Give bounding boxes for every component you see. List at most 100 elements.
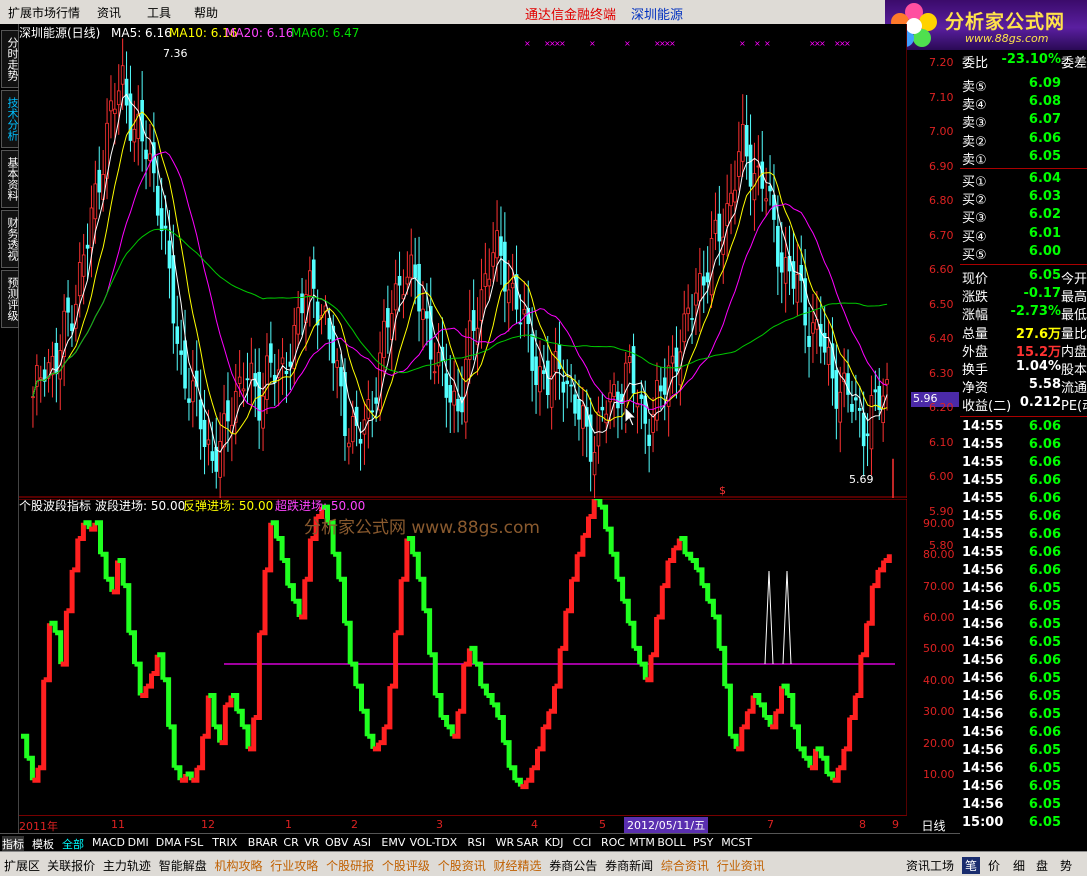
indicator-tab[interactable]: 全部 [62, 836, 84, 852]
tick-time: 14:56 [962, 581, 1004, 596]
candle [713, 219, 718, 234]
tick-time: 14:55 [962, 455, 1004, 470]
panel-switch-tab[interactable]: 细 [1013, 857, 1025, 874]
bottom-tab[interactable]: 行业攻略 [270, 857, 318, 874]
indicator-tab[interactable]: 指标 [2, 836, 24, 852]
panel-switch-tab[interactable]: 笔 [962, 857, 981, 874]
tab-finance[interactable]: 财务透视 [1, 210, 19, 268]
indicator-tab-bar: 指标 模板 全部 MACD DMI DMA FSL TRIX BRAR CR VR OBV ASI EMV… [0, 833, 960, 852]
indicator-tab[interactable]: ASI [353, 836, 371, 849]
period-selector[interactable]: 日线 [907, 815, 960, 833]
tick-time: 14:56 [962, 743, 1004, 758]
buy-order-row: 买④ 6.01 [962, 226, 1087, 245]
panel-switch-tab[interactable]: 盘 [1036, 857, 1048, 874]
tab-intraday[interactable]: 分时走势 [1, 30, 19, 88]
bottom-tab[interactable]: 财经精选 [494, 857, 542, 874]
ma60-legend: MA60: 6.47 [291, 26, 359, 40]
bottom-tab[interactable]: 行业资讯 [717, 857, 765, 874]
tick-row: 14:55 6.06 [962, 455, 1087, 473]
indicator-tab[interactable]: TRIX [212, 836, 237, 849]
price-tick-label: 6.10 [929, 435, 954, 449]
bottom-tab[interactable]: 个股资讯 [438, 857, 486, 874]
tab-forecast[interactable]: 预测评级 [1, 270, 19, 328]
indicator-tab[interactable]: CR [283, 836, 298, 849]
price-tick-label: 7.20 [929, 56, 954, 69]
indicator-tab[interactable]: VR [304, 836, 319, 849]
svg-text:×: × [524, 39, 531, 48]
candle [861, 412, 866, 447]
tab-technical[interactable]: 技术分析 [1, 90, 19, 148]
bottom-tab[interactable]: 综合资讯 [661, 857, 709, 874]
candle [393, 283, 398, 311]
candle [764, 198, 768, 202]
tick-time: 14:55 [962, 419, 1004, 434]
indicator-tab[interactable]: EMV [381, 836, 405, 849]
candle [499, 236, 503, 256]
indicator-tab[interactable]: PSY [693, 836, 713, 849]
tick-row: 14:56 6.05 [962, 797, 1087, 815]
tick-time: 14:55 [962, 509, 1004, 524]
indicator-tab[interactable]: SAR [516, 836, 538, 849]
candle [487, 278, 492, 287]
candle [698, 273, 702, 302]
bottom-tab-bar: 扩展区 关联报价 主力轨迹 智能解盘 机构攻略 行业攻略 个股研报 个股评级 个股资讯 财经精选券… [0, 851, 1087, 876]
indicator-tab[interactable]: BOLL [657, 836, 685, 849]
candle [148, 153, 152, 161]
menu-item-news[interactable]: 资讯 [97, 4, 121, 21]
panel-switch-tab[interactable]: 资讯工场 [906, 857, 954, 874]
svg-text:×: × [764, 39, 771, 48]
indicator-tab[interactable]: MTM [629, 836, 655, 849]
candle [339, 367, 343, 387]
candle [370, 410, 375, 413]
tab-basic-info[interactable]: 基本资料 [1, 150, 19, 208]
menu-item-tools[interactable]: 工具 [147, 4, 171, 21]
menu-item-help[interactable]: 帮助 [194, 4, 218, 21]
bottom-tab[interactable]: 券商新闻 [605, 857, 653, 874]
candle [249, 362, 254, 381]
tick-price: 6.06 [1028, 455, 1061, 470]
candle [327, 318, 332, 340]
tick-row: 14:56 6.05 [962, 671, 1087, 689]
indicator-tab[interactable]: DMI [128, 836, 149, 849]
menu-item-market[interactable]: 扩展市场行情 [8, 4, 80, 21]
indicator-tab[interactable]: OBV [325, 836, 348, 849]
indicator-tab[interactable]: FSL [184, 836, 203, 849]
quote-value: 1.04% [1015, 359, 1061, 374]
bottom-tab[interactable]: 关联报价 [47, 857, 95, 874]
indicator-tab[interactable]: MACD [92, 836, 125, 849]
bottom-tab[interactable]: 券商公告 [549, 857, 597, 874]
candle [405, 276, 410, 285]
bottom-tab[interactable]: 机构攻略 [215, 857, 263, 874]
bottom-tab[interactable]: 扩展区 [4, 857, 40, 874]
indicator-tab[interactable]: KDJ [545, 836, 564, 849]
candle [659, 385, 663, 392]
indicator-tab[interactable]: RSI [467, 836, 485, 849]
tick-price: 6.05 [1028, 761, 1061, 776]
panel-switch-tab[interactable]: 价 [988, 857, 1000, 874]
indicator-tab[interactable]: DMA [156, 836, 182, 849]
candle [807, 335, 811, 347]
sell-order-row: 卖⑤ 6.09 [962, 76, 1087, 95]
indicator-tab[interactable]: VOL-TDX [410, 836, 458, 849]
indicator-tab[interactable]: WR [496, 836, 515, 849]
indicator-tab[interactable]: MCST [721, 836, 752, 849]
tick-price: 6.06 [1028, 653, 1061, 668]
candle [885, 379, 889, 385]
panel-switch-tab[interactable]: 势 [1060, 857, 1072, 874]
indicator-tab[interactable]: ROC [601, 836, 625, 849]
candle [413, 264, 417, 279]
bottom-tab[interactable]: 主力轨迹 [103, 857, 151, 874]
bottom-tab[interactable]: 个股研报 [326, 857, 374, 874]
candle [417, 263, 421, 312]
bottom-tab[interactable]: 智能解盘 [159, 857, 207, 874]
tick-time: 15:00 [962, 815, 1004, 830]
indicator-tab[interactable]: 模板 [32, 836, 54, 852]
indicator-chart[interactable]: 分析家公式网 www.88gs.com 个股波段指标 波段进场: 50.00 反… [19, 499, 907, 815]
bottom-tab[interactable]: 个股评级 [382, 857, 430, 874]
tick-row: 14:56 6.05 [962, 581, 1087, 599]
candlestick-chart[interactable]: × ×××× × × ×××× × × × ××× ××× 深圳能源(日线) MA5: 6.16 … [19, 24, 907, 498]
indicator-tab[interactable]: CCI [573, 836, 592, 849]
candle [826, 346, 831, 365]
indicator-tab[interactable]: BRAR [248, 836, 278, 849]
quote-value: 15.2万 [1015, 344, 1061, 360]
